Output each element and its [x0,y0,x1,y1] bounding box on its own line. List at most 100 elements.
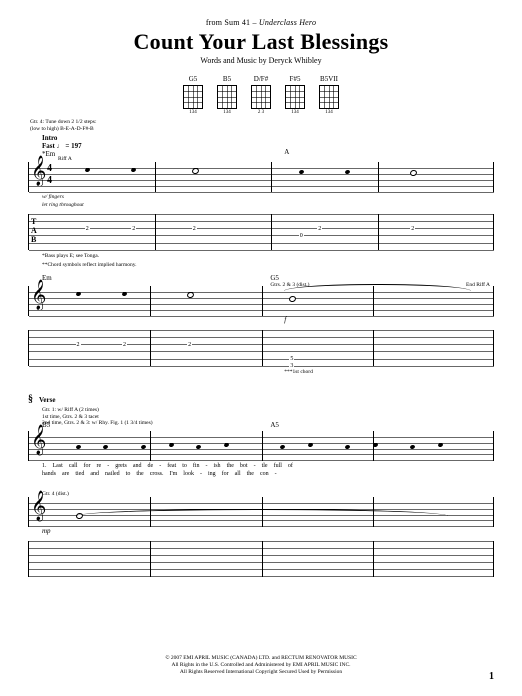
fretboard-grid [285,85,305,109]
tablature-staff [28,541,494,577]
lyric-syllable: - [275,471,277,477]
music-system-3: B5 A5 𝄞 1.Lastcallforre-gretsandde-featt… [28,431,494,477]
header: from Sum 41 – Underclass Hero Count Your… [28,18,494,65]
tuning-line: Gtr. 4: Tune down 2 1/2 steps: [30,119,494,126]
lyric-syllable: feat [167,463,176,469]
lyric-syllable: the [247,471,254,477]
note-head [191,167,200,175]
note-head [168,442,174,447]
tab-number: 0 [299,233,304,239]
performance-instructions: Gtr. 1: w/ Riff A (2 times) 1st time, Gt… [42,407,494,427]
copyright-line: All Rights in the U.S. Controlled and Ad… [0,662,522,669]
lyric-syllable: full [274,463,282,469]
songwriter-credit: Words and Music by Deryck Whibley [28,56,494,65]
note-head [140,444,146,449]
lyric-syllable: the [227,463,234,469]
note-head [438,442,444,447]
music-system-1: Riff A A 𝄞 44 w/ fingers let ring throug… [28,162,494,268]
chord-diagram: D/F# 2 3 [251,75,271,115]
copyright-line: © 2007 EMI APRIL MUSIC (CANADA) LTD. and… [0,655,522,662]
song-title: Count Your Last Blessings [28,29,494,55]
tab-number: 3 [289,363,294,369]
lyric-syllable: - [254,463,256,469]
chord-fingering: 134 [189,110,197,115]
lyric-syllable: nailed [105,471,120,477]
lyric-syllable: - [159,463,161,469]
chord-fingering: 2 3 [258,110,264,115]
note-head [345,444,351,449]
lyric-syllable: tied [75,471,84,477]
instruction-line: 2nd time, Gtrs. 2 & 3: w/ Rhy. Fig. 1 (1… [42,420,494,427]
lyric-syllable: look [183,471,194,477]
tab-number: 2 [187,342,192,348]
tab-number: 2 [131,226,136,232]
chord-name: F#5 [290,75,301,83]
lyric-syllable: fin [193,463,200,469]
lyrics-line: handsaretiedandnailedtothecross.I'mlook-… [42,471,494,477]
dynamic-marking: f [284,316,494,324]
tab-number: 2 [76,342,81,348]
note-head [410,444,416,449]
music-system-4: Gtr. 4 (dist.) 𝄞 mp [28,491,494,577]
lyric-syllable: and [133,463,142,469]
chord-symbol: *Em [42,150,494,158]
tempo-marking: Fast ♩ = 197 [42,142,494,150]
tablature-staff: 2 2 2 5 3 [28,330,494,366]
tab-number: 2 [122,342,127,348]
note-head [345,170,351,175]
note-head [196,444,202,449]
lyric-syllable: bot [240,463,248,469]
note-head [122,292,128,297]
section-label-intro: Intro [42,134,494,142]
performance-note: w/ fingers [42,194,494,200]
fretboard-grid [319,85,339,109]
album-name: Underclass Hero [259,18,316,27]
chord-name: B5VII [320,75,338,83]
note-head [308,442,314,447]
lyric-syllable: of [288,463,293,469]
lyric-syllable: Last [53,463,63,469]
chord-diagram: G5 134 [183,75,203,115]
copyright-line: All Rights Reserved International Copyri… [0,669,522,676]
tuning-note: Gtr. 4: Tune down 2 1/2 steps: (low to h… [30,119,494,132]
chord-fingering: 134 [223,110,231,115]
note-head [289,295,298,303]
performance-note: let ring throughout [42,202,494,208]
time-signature: 44 [47,164,52,188]
footnote: **Chord symbols reflect implied harmony. [42,262,494,268]
notation-staff: 𝄞 [28,286,494,316]
treble-clef-icon: 𝄞 [31,158,46,184]
sheet-music-page: from Sum 41 – Underclass Hero Count Your… [0,0,522,696]
note-head [410,169,419,177]
note-head [131,168,137,173]
footnote: *Bass plays E; see Tonga. [42,253,494,259]
lyric-syllable: cross. [150,471,164,477]
chord-diagram: B5VII 134 [319,75,339,115]
lyric-syllable: the [136,471,143,477]
chord-diagram: F#5 134 [285,75,305,115]
chord-name: G5 [189,75,198,83]
fretboard-grid [183,85,203,109]
from-prefix: from Sum 41 – [206,18,259,27]
lyric-syllable: de [148,463,154,469]
notation-staff: 𝄞 [28,431,494,461]
lyric-syllable: re [97,463,102,469]
tuning-line: (low to high) B-E-A-D-F#-B [30,126,494,133]
note-head [75,444,81,449]
music-system-2: Em G5 Gtrs. 2 & 3 (dist.) End Riff A 𝄞 f… [28,286,494,375]
chord-symbol: A [284,148,289,156]
from-line: from Sum 41 – Underclass Hero [28,18,494,27]
lyric-syllable: are [62,471,69,477]
copyright-notice: © 2007 EMI APRIL MUSIC (CANADA) LTD. and… [0,655,522,676]
note-head [75,292,81,297]
note-head [84,168,90,173]
lyric-syllable: I'm [170,471,178,477]
notation-staff: 𝄞 [28,497,494,527]
lyric-syllable: - [107,463,109,469]
chord-fingering: 134 [325,110,333,115]
treble-clef-icon: 𝄞 [31,427,46,453]
lyrics-line: 1.Lastcallforre-gretsandde-feattofin-ish… [42,463,494,469]
note-head [298,170,304,175]
tab-number: 2 [410,226,415,232]
tab-number: 2 [192,226,197,232]
